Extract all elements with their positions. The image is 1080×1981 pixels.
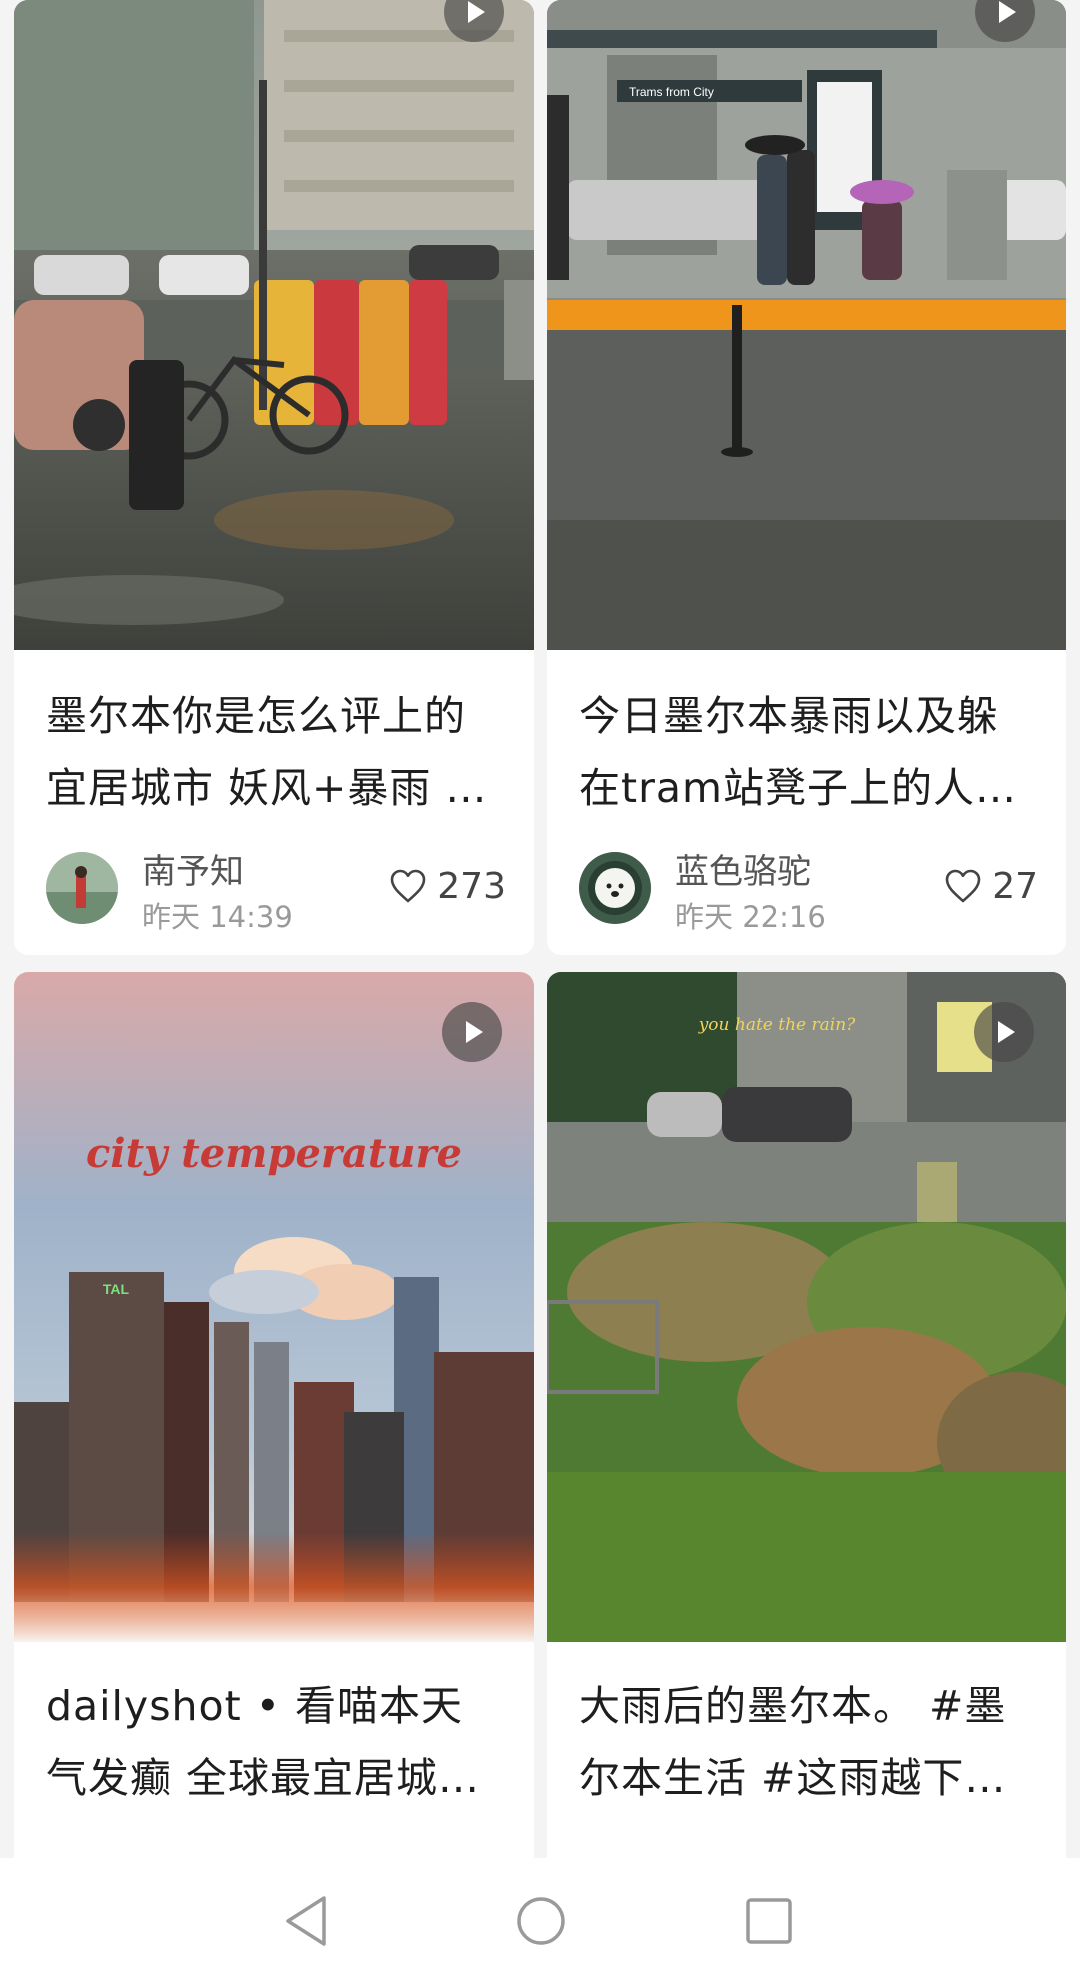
play-icon[interactable]: [974, 1002, 1034, 1062]
like-button[interactable]: 27: [944, 865, 1038, 907]
square-recent-icon[interactable]: [734, 1886, 804, 1956]
author-name[interactable]: 蓝色骆驼: [675, 844, 811, 893]
post-title-line-1: 今日墨尔本暴雨以及躲: [579, 692, 999, 740]
cover-caption: you hate the rain?: [698, 1015, 856, 1035]
avatar-photo: [579, 852, 651, 924]
post-card[interactable]: city temperature TAL dailyshot • 看喵本天 气发…: [14, 972, 534, 1858]
post-title[interactable]: 墨尔本你是怎么评上的 宜居城市 妖风+暴雨 …: [46, 680, 512, 824]
post-meta: 蓝色骆驼 昨天 22:16 27: [547, 838, 1066, 934]
post-cover-image[interactable]: [14, 0, 534, 650]
like-button[interactable]: 273: [389, 865, 506, 907]
post-title-line-2: 宜居城市 妖风+暴雨 …: [46, 764, 488, 812]
city-skyline-photo: city temperature TAL: [14, 972, 534, 1642]
post-cover-image[interactable]: you hate the rain?: [547, 972, 1066, 1642]
building-sign: TAL: [103, 1281, 130, 1297]
post-title-line-2: 尔本生活 #这雨越下…: [579, 1754, 1007, 1802]
feed-grid: 墨尔本你是怎么评上的 宜居城市 妖风+暴雨 … 南予知 昨天 14:39 273: [0, 0, 1080, 1858]
like-count: 273: [437, 865, 506, 907]
post-title-line-2: 气发癫 全球最宜居城…: [46, 1754, 481, 1802]
post-title-line-1: dailyshot • 看喵本天: [46, 1682, 463, 1730]
post-card[interactable]: Trams from City 今日墨尔本暴雨以及躲 在tram站凳子上的人… …: [547, 0, 1066, 955]
post-title[interactable]: dailyshot • 看喵本天 气发癫 全球最宜居城…: [46, 1670, 512, 1814]
circle-home-icon[interactable]: [506, 1886, 576, 1956]
post-title[interactable]: 今日墨尔本暴雨以及躲 在tram站凳子上的人…: [579, 680, 1044, 824]
cover-caption: city temperature: [86, 1130, 462, 1177]
post-title-line-2: 在tram站凳子上的人…: [579, 764, 1017, 812]
post-time: 昨天 14:39: [142, 900, 293, 934]
avatar-photo: [46, 852, 118, 924]
tram-stop-rain-photo: Trams from City: [547, 0, 1066, 650]
heart-outline-icon: [945, 869, 981, 903]
post-title-line-1: 墨尔本你是怎么评上的: [46, 692, 466, 740]
triangle-back-icon[interactable]: [274, 1886, 344, 1956]
cover-sign-text: Trams from City: [629, 85, 714, 99]
avatar[interactable]: [46, 852, 118, 924]
author-name[interactable]: 南予知: [142, 844, 244, 893]
post-title[interactable]: 大雨后的墨尔本。 #墨 尔本生活 #这雨越下…: [579, 1670, 1044, 1814]
play-icon[interactable]: [442, 1002, 502, 1062]
heart-outline-icon: [390, 869, 426, 903]
system-navigation-bar: [0, 1858, 1080, 1981]
rainy-street-photo: [14, 0, 534, 650]
like-count: 27: [992, 865, 1038, 907]
post-time: 昨天 22:16: [675, 900, 826, 934]
post-meta: 南予知 昨天 14:39 273: [14, 838, 534, 934]
avatar[interactable]: [579, 852, 651, 924]
flooded-street-photo: you hate the rain?: [547, 972, 1066, 1642]
post-cover-image[interactable]: city temperature TAL: [14, 972, 534, 1642]
post-card[interactable]: 墨尔本你是怎么评上的 宜居城市 妖风+暴雨 … 南予知 昨天 14:39 273: [14, 0, 534, 955]
post-title-line-1: 大雨后的墨尔本。 #墨: [579, 1682, 1007, 1730]
post-card[interactable]: you hate the rain? 大雨后的墨尔本。 #墨 尔本生活 #这雨越…: [547, 972, 1066, 1858]
post-cover-image[interactable]: Trams from City: [547, 0, 1066, 650]
